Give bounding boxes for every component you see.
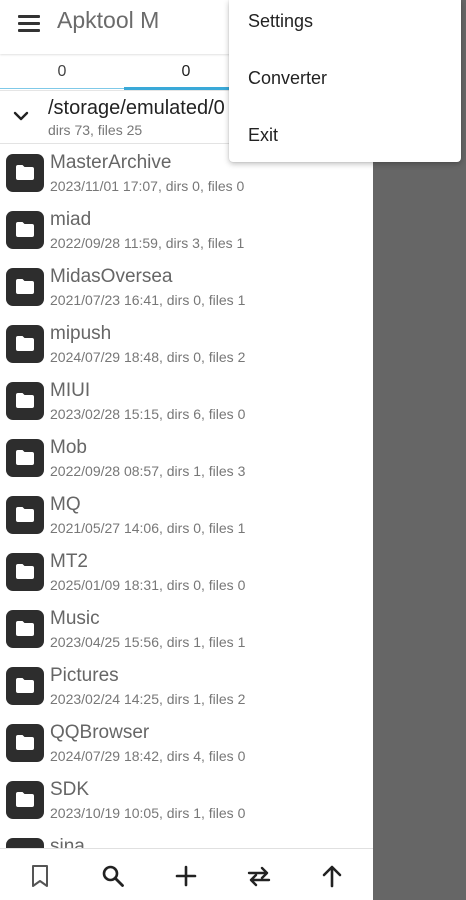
folder-icon	[6, 553, 44, 591]
tab-0[interactable]: 0	[0, 56, 124, 90]
item-meta: 2024/07/29 18:42, dirs 4, files 0	[50, 748, 246, 764]
item-meta: 2023/02/28 15:15, dirs 6, files 0	[50, 406, 246, 422]
folder-icon	[6, 496, 44, 534]
menu-item-converter[interactable]: Converter	[248, 68, 327, 89]
item-name: Pictures	[50, 665, 119, 686]
item-meta: 2022/09/28 08:57, dirs 1, files 3	[50, 463, 246, 479]
folder-icon	[6, 382, 44, 420]
overflow-menu: Settings Converter Exit	[229, 0, 461, 162]
current-path: /storage/emulated/0	[48, 97, 225, 119]
list-item[interactable]: MidasOversea 2021/07/23 16:41, dirs 0, f…	[0, 260, 373, 317]
item-name: mipush	[50, 323, 112, 344]
list-item[interactable]: MIUI 2023/02/28 15:15, dirs 6, files 0	[0, 374, 373, 431]
folder-icon	[6, 667, 44, 705]
bottom-toolbar	[0, 848, 373, 900]
folder-icon	[6, 268, 44, 306]
arrow-up-icon[interactable]	[317, 861, 347, 891]
menu-item-settings[interactable]: Settings	[248, 11, 313, 32]
list-item[interactable]: QQBrowser 2024/07/29 18:42, dirs 4, file…	[0, 716, 373, 773]
item-meta: 2024/07/29 18:48, dirs 0, files 2	[50, 349, 246, 365]
item-meta: 2025/01/09 18:31, dirs 0, files 0	[50, 577, 246, 593]
item-name: MT2	[50, 551, 88, 572]
item-name: MQ	[50, 494, 81, 515]
item-name: Music	[50, 608, 100, 629]
add-icon[interactable]	[171, 861, 201, 891]
item-name: MasterArchive	[50, 152, 172, 173]
path-summary: dirs 73, files 25	[48, 122, 143, 138]
list-item[interactable]: Mob 2022/09/28 08:57, dirs 1, files 3	[0, 431, 373, 488]
list-item[interactable]: MT2 2025/01/09 18:31, dirs 0, files 0	[0, 545, 373, 602]
menu-icon[interactable]	[12, 8, 46, 38]
item-name: miad	[50, 209, 92, 230]
folder-icon	[6, 610, 44, 648]
item-name: Mob	[50, 437, 87, 458]
bookmark-icon[interactable]	[25, 861, 55, 891]
menu-item-exit[interactable]: Exit	[248, 125, 278, 146]
list-item[interactable]: Pictures 2023/02/24 14:25, dirs 1, files…	[0, 659, 373, 716]
item-meta: 2021/07/23 16:41, dirs 0, files 1	[50, 292, 246, 308]
item-meta: 2021/05/27 14:06, dirs 0, files 1	[50, 520, 246, 536]
item-meta: 2023/11/01 17:07, dirs 0, files 0	[50, 178, 245, 194]
swap-icon[interactable]	[244, 861, 274, 891]
search-icon[interactable]	[98, 861, 128, 891]
list-item[interactable]: mipush 2024/07/29 18:48, dirs 0, files 2	[0, 317, 373, 374]
item-name: QQBrowser	[50, 722, 150, 743]
item-meta: 2023/02/24 14:25, dirs 1, files 2	[50, 691, 246, 707]
folder-icon	[6, 439, 44, 477]
list-item[interactable]: MQ 2021/05/27 14:06, dirs 0, files 1	[0, 488, 373, 545]
folder-icon	[6, 724, 44, 762]
file-list: MasterArchive 2023/11/01 17:07, dirs 0, …	[0, 146, 373, 887]
item-meta: 2023/04/25 15:56, dirs 1, files 1	[50, 634, 246, 650]
list-item[interactable]: miad 2022/09/28 11:59, dirs 3, files 1	[0, 203, 373, 260]
folder-icon	[6, 325, 44, 363]
item-meta: 2022/09/28 11:59, dirs 3, files 1	[50, 235, 245, 251]
folder-icon	[6, 211, 44, 249]
item-name: SDK	[50, 779, 90, 800]
item-name: MidasOversea	[50, 266, 173, 287]
item-meta: 2023/10/19 10:05, dirs 1, files 0	[50, 805, 246, 821]
folder-icon	[6, 781, 44, 819]
item-name: MIUI	[50, 380, 91, 401]
app-title: Apktool M	[57, 7, 160, 33]
chevron-down-icon[interactable]	[12, 107, 30, 125]
tab-underline	[0, 88, 124, 89]
list-item[interactable]: SDK 2023/10/19 10:05, dirs 1, files 0	[0, 773, 373, 830]
list-item[interactable]: Music 2023/04/25 15:56, dirs 1, files 1	[0, 602, 373, 659]
folder-icon	[6, 154, 44, 192]
